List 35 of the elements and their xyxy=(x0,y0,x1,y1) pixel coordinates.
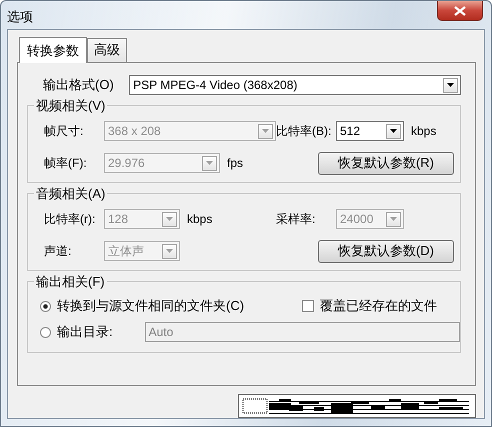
caret-icon xyxy=(166,249,173,253)
window-title: 选项 xyxy=(7,8,33,26)
unit-label: kbps xyxy=(411,124,436,138)
caret-icon xyxy=(262,129,269,133)
field-label: 采样率: xyxy=(276,210,316,228)
tab[interactable]: 转换参数 xyxy=(19,37,87,63)
dropdown[interactable]: PSP MPEG-4 Video (368x208) xyxy=(129,75,461,95)
checkbox[interactable] xyxy=(302,300,314,312)
field-label: 帧率(F): xyxy=(44,154,88,172)
radio-label: 转换到与源文件相同的文件夹(C) xyxy=(57,297,244,315)
radio-label: 输出目录: xyxy=(57,323,113,341)
dropdown[interactable]: 512 xyxy=(336,121,404,141)
group-title: 输出相关(F) xyxy=(34,273,107,291)
reset-defaults-button[interactable]: 恢复默认参数(R) xyxy=(318,152,454,174)
close-icon xyxy=(454,6,466,16)
field-label: 输出格式(O) xyxy=(43,76,115,94)
radio-button[interactable] xyxy=(40,326,51,338)
caret-icon xyxy=(166,217,173,221)
field-label: 声道: xyxy=(44,242,72,260)
unit-label: kbps xyxy=(187,212,212,226)
checkbox-label: 覆盖已经存在的文件 xyxy=(320,297,438,315)
group-title: 视频相关(V) xyxy=(34,97,108,115)
caret-icon xyxy=(390,129,397,133)
field-label: 比特率(B): xyxy=(276,122,332,140)
reset-defaults-button[interactable]: 恢复默认参数(D) xyxy=(318,240,454,262)
caret-icon xyxy=(206,161,213,165)
field-label: 比特率(r): xyxy=(44,210,96,228)
tab[interactable]: 高级 xyxy=(87,38,127,62)
group-title: 音频相关(A) xyxy=(34,185,108,203)
unit-label: fps xyxy=(227,156,244,170)
field-label: 帧尺寸: xyxy=(44,122,84,140)
caret-icon xyxy=(390,217,397,221)
radio-button[interactable] xyxy=(40,300,51,312)
close-button[interactable] xyxy=(437,1,483,21)
caret-icon xyxy=(447,83,454,87)
